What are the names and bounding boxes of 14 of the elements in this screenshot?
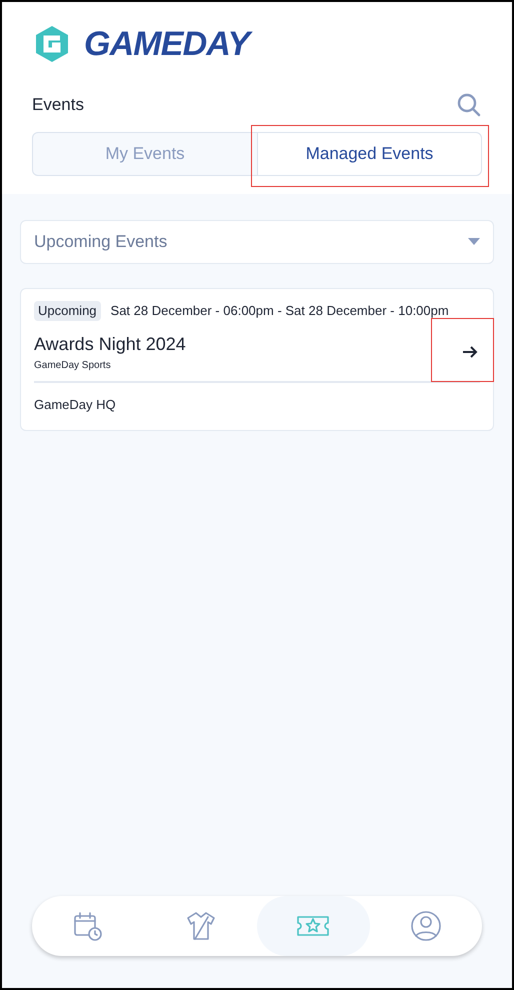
event-title: Awards Night 2024 bbox=[34, 332, 186, 356]
status-badge: Upcoming bbox=[34, 301, 101, 320]
search-icon[interactable] bbox=[456, 92, 482, 118]
arrow-right-icon[interactable] bbox=[462, 344, 478, 358]
event-venue: GameDay HQ bbox=[34, 396, 117, 414]
page-title: Events bbox=[32, 94, 84, 116]
filter-dropdown[interactable]: Upcoming Events bbox=[20, 220, 494, 264]
event-card[interactable]: Upcoming Sat 28 December - 06:00pm - Sat 28 December - 10:00pm Awards Night 2024 GameDay Sports GameDay HQ bbox=[20, 288, 494, 431]
tab[interactable]: Managed Events bbox=[257, 133, 481, 175]
caret-icon bbox=[468, 238, 480, 246]
profile-icon bbox=[408, 909, 443, 943]
filter-value: Upcoming Events bbox=[34, 231, 168, 254]
event-dates: Sat 28 December - 06:00pm - Sat 28 December - 10:00pm bbox=[110, 302, 449, 320]
event-organiser: GameDay Sports bbox=[34, 358, 112, 372]
